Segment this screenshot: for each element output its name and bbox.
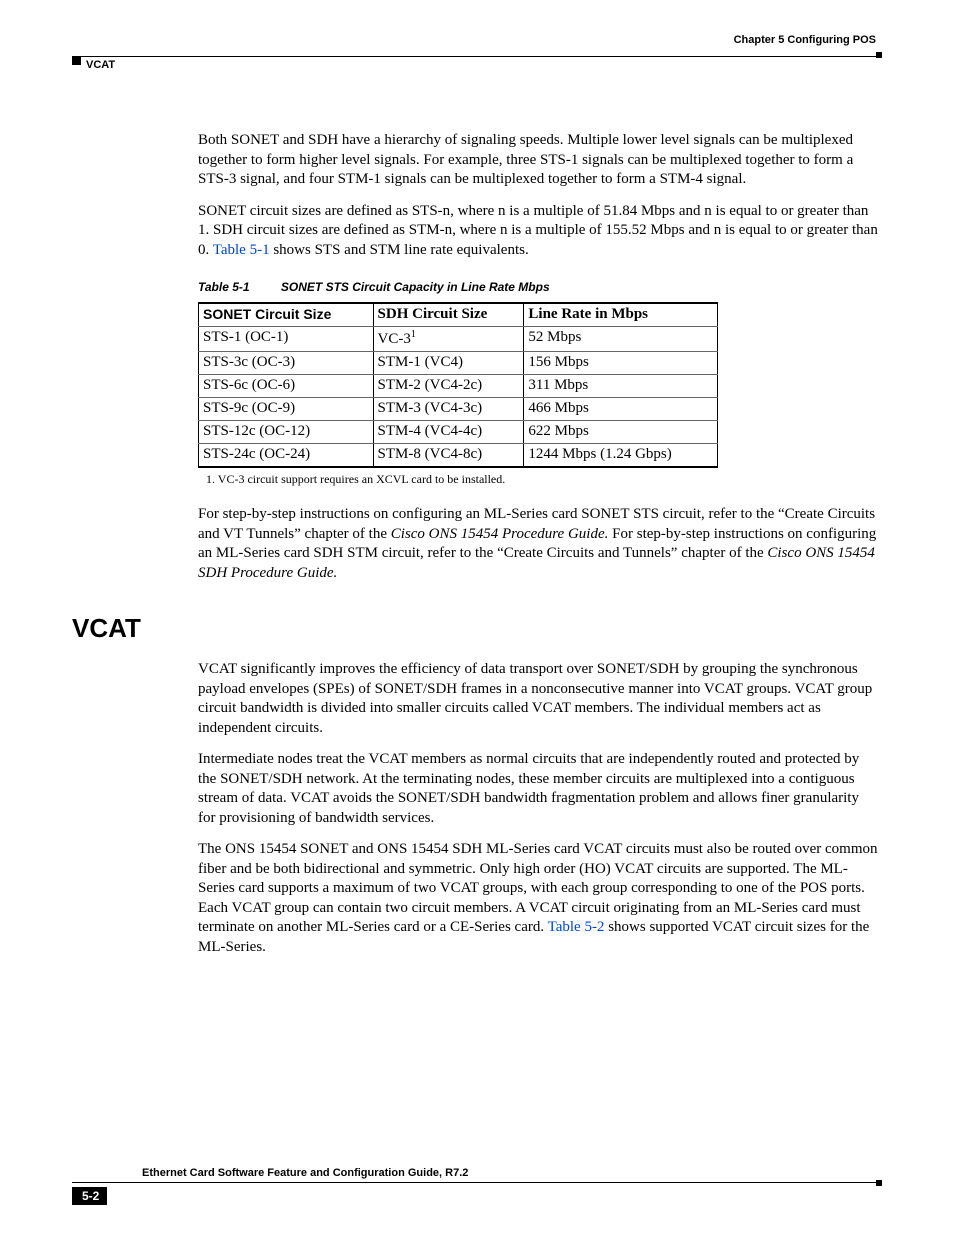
page: Chapter 5 Configuring POS VCAT Both SONE… [0, 0, 954, 1235]
col-sonet-size: SONET Circuit Size [199, 303, 374, 327]
table-row: STS-1 (OC-1) VC-31 52 Mbps [199, 327, 718, 352]
table-row: STS-24c (OC-24) STM-8 (VC4-8c) 1244 Mbps… [199, 444, 718, 468]
cell: STS-24c (OC-24) [199, 444, 374, 468]
header-rule-marker [876, 52, 882, 58]
content-area: Both SONET and SDH have a hierarchy of s… [198, 131, 878, 583]
table-row: STS-9c (OC-9) STM-3 (VC4-3c) 466 Mbps [199, 398, 718, 421]
table-title: SONET STS Circuit Capacity in Line Rate … [281, 280, 550, 294]
cell: STS-6c (OC-6) [199, 375, 374, 398]
xref-table-5-2[interactable]: Table 5-2 [548, 919, 605, 935]
section-heading-vcat: VCAT [72, 613, 882, 644]
header-bar: Chapter 5 Configuring POS [72, 28, 882, 57]
footer-guide-title: Ethernet Card Software Feature and Confi… [142, 1167, 474, 1179]
table-row: STS-6c (OC-6) STM-2 (VC4-2c) 311 Mbps [199, 375, 718, 398]
footer-rule-marker [876, 1180, 882, 1186]
table-5-1: SONET Circuit Size SDH Circuit Size Line… [198, 302, 718, 468]
paragraph-vcat-1: VCAT significantly improves the efficien… [198, 660, 878, 738]
paragraph-procedure-refs: For step-by-step instructions on configu… [198, 505, 878, 583]
table-row: STS-3c (OC-3) STM-1 (VC4) 156 Mbps [199, 352, 718, 375]
table-5-1-caption: Table 5-1 SONET STS Circuit Capacity in … [198, 280, 878, 294]
cell: 622 Mbps [524, 421, 718, 444]
header-chapter: Chapter 5 Configuring POS [734, 34, 876, 46]
cell: 311 Mbps [524, 375, 718, 398]
paragraph-intro-1: Both SONET and SDH have a hierarchy of s… [198, 131, 878, 190]
cell: STS-3c (OC-3) [199, 352, 374, 375]
page-number: 5-2 [72, 1187, 107, 1205]
xref-table-5-1[interactable]: Table 5-1 [213, 242, 270, 258]
cell: STM-2 (VC4-2c) [373, 375, 524, 398]
cell: 52 Mbps [524, 327, 718, 352]
text: shows STS and STM line rate equivalents. [270, 242, 529, 258]
header-section-marker [72, 56, 81, 65]
content-area-2: VCAT significantly improves the efficien… [198, 660, 878, 957]
paragraph-vcat-2: Intermediate nodes treat the VCAT member… [198, 750, 878, 828]
footer-rule: Ethernet Card Software Feature and Confi… [72, 1182, 882, 1207]
header-sub: VCAT [72, 59, 882, 77]
paragraph-vcat-3: The ONS 15454 SONET and ONS 15454 SDH ML… [198, 840, 878, 957]
paragraph-intro-2: SONET circuit sizes are defined as STS-n… [198, 202, 878, 261]
cell: STM-8 (VC4-8c) [373, 444, 524, 468]
cell: 466 Mbps [524, 398, 718, 421]
col-sdh-size: SDH Circuit Size [373, 303, 524, 327]
cell: STS-9c (OC-9) [199, 398, 374, 421]
cell: STS-1 (OC-1) [199, 327, 374, 352]
cell: STM-3 (VC4-3c) [373, 398, 524, 421]
cell: VC-31 [373, 327, 524, 352]
table-row: STS-12c (OC-12) STM-4 (VC4-4c) 622 Mbps [199, 421, 718, 444]
footer: Ethernet Card Software Feature and Confi… [72, 1182, 882, 1207]
cell: 1244 Mbps (1.24 Gbps) [524, 444, 718, 468]
cell: 156 Mbps [524, 352, 718, 375]
cell: STM-1 (VC4) [373, 352, 524, 375]
table-5-1-footnote: 1. VC-3 circuit support requires an XCVL… [206, 472, 878, 487]
cell: STM-4 (VC4-4c) [373, 421, 524, 444]
book-title: Cisco ONS 15454 Procedure Guide. [391, 526, 609, 542]
cell: STS-12c (OC-12) [199, 421, 374, 444]
table-label: Table 5-1 [198, 280, 250, 294]
col-line-rate: Line Rate in Mbps [524, 303, 718, 327]
table-header-row: SONET Circuit Size SDH Circuit Size Line… [199, 303, 718, 327]
header-section: VCAT [86, 59, 115, 71]
